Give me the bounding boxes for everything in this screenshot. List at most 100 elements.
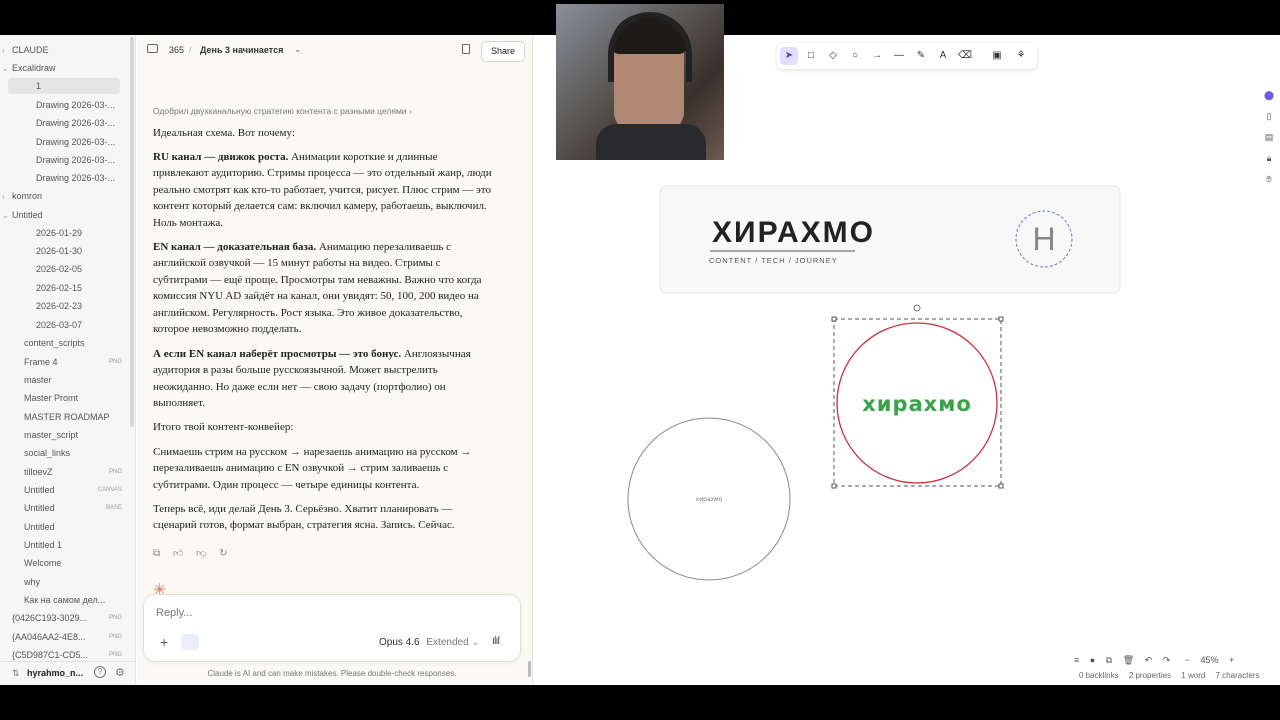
sidebar-item-label: Untitled — [24, 503, 55, 513]
sidebar-item[interactable]: {AA046AA2-4E8... PNG — [0, 629, 126, 645]
palette-icon[interactable]: ● — [1090, 655, 1095, 665]
sidebar-item[interactable]: Untitled — [0, 519, 126, 535]
sidebar-item-label: Master Promt — [24, 393, 79, 403]
project-icon[interactable] — [181, 634, 199, 650]
chevron-down-icon: ⌄ — [2, 211, 9, 220]
sidebar-item[interactable]: 2026-01-29 — [0, 225, 126, 241]
sidebar-item[interactable]: content_scripts — [0, 335, 126, 351]
reply-composer: + Opus 4.6 Extended ⌄ ılıl — [143, 594, 521, 662]
sidebar-item-label: master — [24, 375, 52, 385]
sidebar-item[interactable]: ⌄ Excalidraw — [0, 60, 126, 76]
book-icon[interactable]: ▤ — [1260, 132, 1278, 153]
sidebar-item[interactable]: › CLAUDE — [0, 42, 126, 58]
sidebar-item[interactable]: 2026-02-05 — [0, 261, 126, 277]
zoom-level[interactable]: 45% — [1201, 655, 1219, 665]
sidebar-item[interactable]: ⌄ Untitled — [0, 207, 126, 223]
message-paragraph: RU канал — движок роста. Анимации коротк… — [153, 149, 493, 231]
sidebar-item[interactable]: Как на самом дел... — [0, 592, 126, 608]
sidebar-item[interactable]: master — [0, 372, 126, 388]
add-attachment-icon[interactable]: + — [160, 634, 168, 650]
sidebar-item[interactable]: Drawing 2026-03-... — [0, 152, 126, 168]
sidebar-item[interactable]: MASTER ROADMAP — [0, 409, 126, 425]
sidebar-item[interactable]: 2026-03-07 — [0, 317, 126, 333]
menu-icon[interactable]: ≡ — [1074, 655, 1079, 665]
hand-icon[interactable]: ✋︎ — [1260, 174, 1278, 195]
sidebar-item-label: Drawing 2026-03-... — [36, 100, 116, 110]
retry-icon[interactable]: ↻ — [219, 548, 227, 559]
model-selector[interactable]: Opus 4.6 Extended ⌄ — [379, 637, 480, 648]
copy-icon[interactable]: ⧉ — [153, 548, 160, 559]
file-type-badge: BASE — [105, 505, 122, 511]
chat-header: 365 / День 3 начинается ⌄ Share — [137, 35, 533, 67]
sidebar-item[interactable]: {0426C193-3029... PNG — [0, 610, 126, 626]
bottom-black-bar — [0, 685, 1280, 720]
conversation-id[interactable]: 365 — [169, 45, 184, 55]
copy-icon[interactable]: ⧉ — [1106, 655, 1112, 665]
chat-scrollbar[interactable] — [528, 661, 531, 677]
sidebar-toggle-icon[interactable] — [147, 44, 158, 53]
thinking-summary[interactable]: Одобрил двухканальную стратегию контента… — [153, 106, 412, 116]
sidebar-item[interactable]: Drawing 2026-03-... — [0, 97, 126, 113]
sidebar-item[interactable]: 1 — [8, 78, 120, 94]
sidebar-item[interactable]: 2026-01-30 — [0, 243, 126, 259]
chevron-down-icon[interactable]: ⌄ — [294, 44, 302, 55]
vault-switch-icon[interactable]: ⇅ — [12, 668, 20, 679]
message-actions: ⧉ 👍︎ 👎︎ ↻ — [153, 547, 237, 559]
help-icon[interactable]: ? — [94, 666, 106, 678]
sidebar-item-label: 1 — [36, 81, 42, 91]
sidebar-item[interactable]: social_links — [0, 445, 126, 461]
sidebar-item[interactable]: tilloevZ PNG — [0, 464, 126, 480]
sidebar-item-label: content_scripts — [24, 338, 85, 348]
document-icon[interactable] — [462, 44, 470, 54]
resize-handle[interactable] — [831, 316, 837, 322]
sidebar-item[interactable]: why — [0, 574, 126, 590]
thumbs-up-icon[interactable]: 👍︎ — [173, 548, 183, 559]
library-icon[interactable]: ⬤ — [1260, 90, 1278, 111]
chevron-right-icon: › — [2, 192, 5, 201]
properties-count[interactable]: 2 properties — [1129, 671, 1171, 680]
rotate-handle[interactable] — [913, 304, 921, 312]
thumbs-down-icon[interactable]: 👎︎ — [196, 548, 206, 559]
trash-icon[interactable]: 🗑︎ — [1123, 655, 1134, 665]
sidebar-item[interactable]: Master Promt — [0, 390, 126, 406]
sidebar-scrollbar[interactable] — [130, 37, 134, 427]
message-paragraph: EN канал — доказательная база. Анимацию … — [153, 239, 493, 337]
sidebar-item[interactable]: Welcome — [0, 555, 126, 571]
backlinks-count[interactable]: 0 backlinks — [1079, 671, 1119, 680]
conversation-title[interactable]: День 3 начинается — [200, 45, 283, 55]
sidebar-item[interactable]: Frame 4 PNG — [0, 354, 126, 370]
zoom-in-button[interactable]: + — [1229, 655, 1234, 665]
sidebar-item[interactable]: Untitled 1 — [0, 537, 126, 553]
undo-icon[interactable]: ↶ — [1145, 655, 1153, 665]
sidebar-item-label: Untitled — [24, 485, 55, 495]
sidebar-item-label: Untitled — [12, 210, 43, 220]
sidebar-item[interactable]: 2026-02-15 — [0, 280, 126, 296]
chevron-down-icon: ⌄ — [2, 64, 9, 73]
share-button[interactable]: Share — [481, 41, 525, 62]
sidebar-item[interactable]: › komron — [0, 188, 126, 204]
sidebar-item-label: Frame 4 — [24, 357, 58, 367]
file-type-badge: CANVAS — [97, 487, 122, 493]
redo-icon[interactable]: ↷ — [1163, 655, 1171, 665]
file-icon[interactable]: ▯ — [1260, 111, 1278, 132]
sidebar-item[interactable]: Untitled BASE — [0, 500, 126, 516]
sidebar-item[interactable]: Drawing 2026-03-... — [0, 170, 126, 186]
resize-handle[interactable] — [998, 316, 1004, 322]
resize-handle[interactable] — [998, 483, 1004, 489]
zoom-out-button[interactable]: − — [1185, 655, 1190, 665]
sidebar-item[interactable]: Untitled CANVAS — [0, 482, 126, 498]
reply-input[interactable] — [156, 607, 496, 619]
sidebar-item[interactable]: Drawing 2026-03-... — [0, 134, 126, 150]
file-explorer-sidebar: › CLAUDE ⌄ Excalidraw 1 Drawing 2026-03-... Dr… — [0, 35, 136, 685]
voice-icon[interactable]: ılıl — [492, 635, 500, 647]
lock-icon[interactable]: 🔒︎ — [1260, 153, 1278, 174]
resize-handle[interactable] — [831, 483, 837, 489]
sidebar-item[interactable]: Drawing 2026-03-... — [0, 115, 126, 131]
sidebar-item[interactable]: 2026-02-23 — [0, 298, 126, 314]
file-type-badge: PNG — [108, 615, 122, 621]
sidebar-item[interactable]: master_script — [0, 427, 126, 443]
sidebar-item-label: Excalidraw — [12, 63, 56, 73]
vault-name[interactable]: hyrahmo_n... — [27, 668, 83, 678]
sidebar-item-label: CLAUDE — [12, 45, 49, 55]
settings-gear-icon[interactable]: ⚙ — [115, 666, 125, 679]
